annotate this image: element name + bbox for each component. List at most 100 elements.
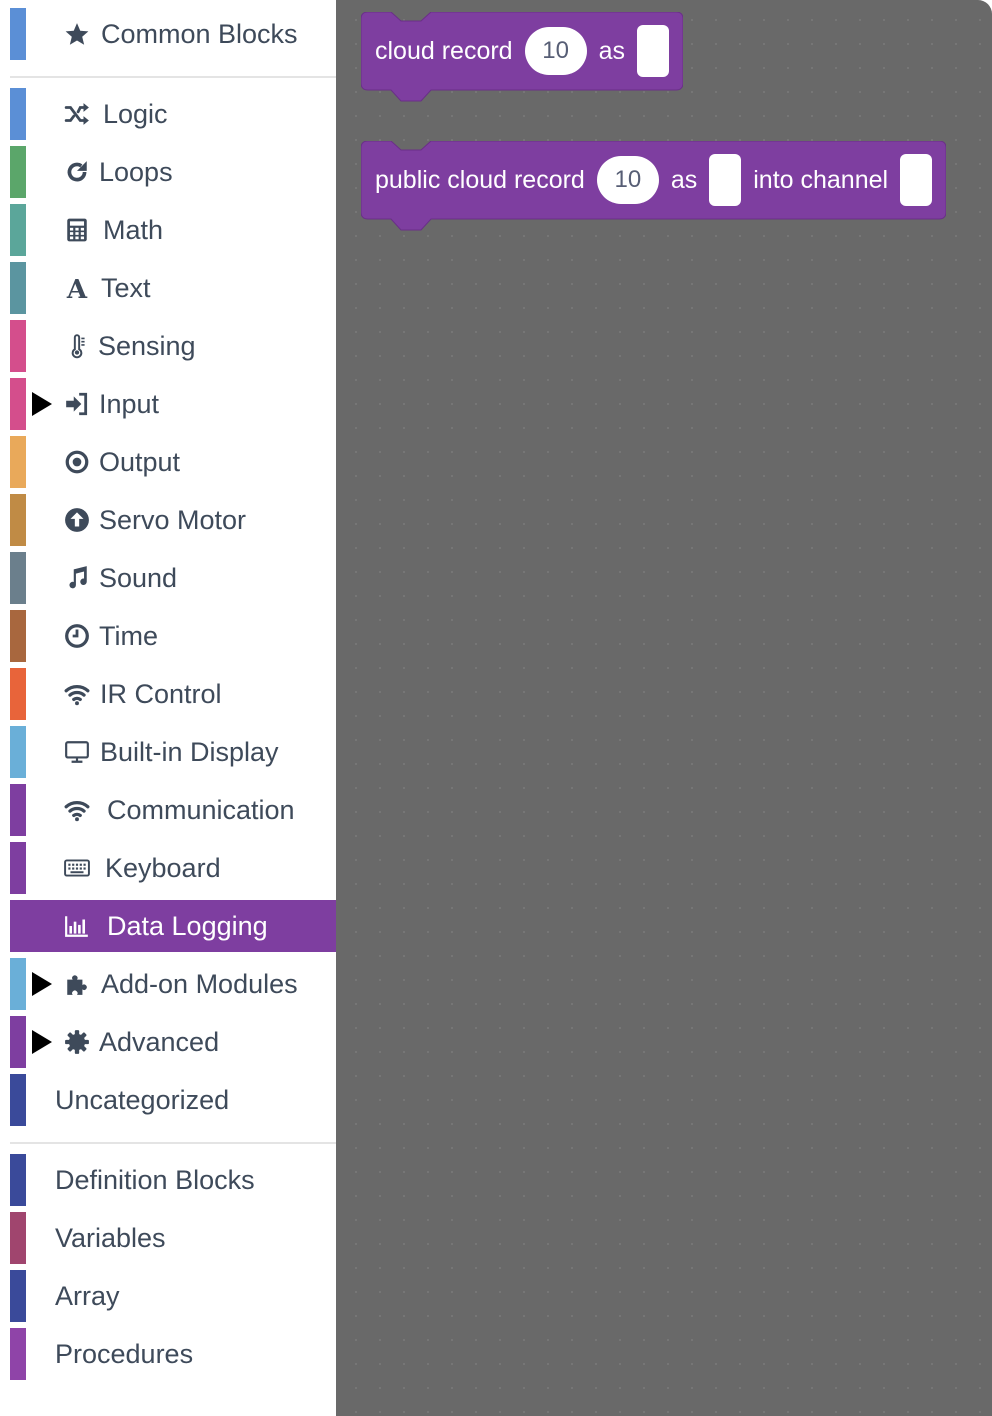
bar-chart-icon [62,913,92,939]
category-color-strip [10,842,26,894]
desktop-icon [62,739,92,765]
toolbox-category-common-blocks[interactable]: Common Blocks [10,8,336,60]
category-color-strip [10,146,26,198]
category-color-strip [10,668,26,720]
category-label: Array [55,1281,120,1311]
category-label: Sensing [98,331,196,361]
category-label: Sound [99,563,178,593]
toolbox-category-output[interactable]: Output [10,436,336,488]
category-label: Math [103,215,164,245]
category-color-strip [10,494,26,546]
category-color-strip [10,1154,26,1206]
category-label: Servo Motor [99,505,247,535]
category-color-strip [10,1074,26,1126]
block-label: as [598,36,625,65]
toolbox-category-keyboard[interactable]: Keyboard [10,842,336,894]
svg-text:A: A [66,275,88,301]
sign-in-icon [62,391,92,417]
toolbox-category-built-in-display[interactable]: Built-in Display [10,726,336,778]
toolbox-category-loops[interactable]: Loops [10,146,336,198]
toolbox-category-sensing[interactable]: Sensing [10,320,336,372]
block-label: public cloud record [375,165,585,194]
category-label: Keyboard [105,853,221,883]
wifi-icon [62,797,92,823]
blocks-workspace[interactable]: cloud record 10 as public cloud record 10 as i… [336,0,992,1416]
toolbox-category-add-on-modules[interactable]: Add-on Modules [10,958,336,1010]
category-color-strip [10,320,26,372]
toolbox-category-procedures[interactable]: Procedures [10,1328,336,1380]
toolbox-category-math[interactable]: Math [10,204,336,256]
clock-icon [62,623,92,649]
expand-arrow-icon[interactable] [32,972,52,996]
toolbox-category-sound[interactable]: Sound [10,552,336,604]
category-color-strip [10,610,26,662]
category-label: Add-on Modules [101,969,298,999]
cog-icon [62,1029,92,1055]
category-color-strip [10,378,26,430]
category-color-strip [10,552,26,604]
toolbox-category-uncategorized[interactable]: Uncategorized [10,1074,336,1126]
dot-circle-icon [62,449,92,475]
toolbox-category-time[interactable]: Time [10,610,336,662]
toolbox-category-definition-blocks[interactable]: Definition Blocks [10,1154,336,1206]
category-color-strip [10,900,26,952]
thermometer-icon [62,333,92,359]
toolbox-category-servo-motor[interactable]: Servo Motor [10,494,336,546]
toolbox-category-variables[interactable]: Variables [10,1212,336,1264]
calculator-icon [62,217,92,243]
expand-arrow-icon[interactable] [32,1030,52,1054]
toolbox-separator [10,1142,336,1144]
redo-icon [62,159,92,185]
category-label: Input [99,389,160,419]
category-label: Uncategorized [55,1085,230,1115]
category-color-strip [10,1270,26,1322]
expand-arrow-icon[interactable] [32,392,52,416]
toolbox-category-ir-control[interactable]: IR Control [10,668,336,720]
category-color-strip [10,204,26,256]
toolbox-category-communication[interactable]: Communication [10,784,336,836]
wifi-icon [62,681,92,707]
category-color-strip [10,88,26,140]
star-icon [62,21,92,47]
category-color-strip [10,262,26,314]
category-color-strip [10,726,26,778]
cloud-record-block[interactable]: cloud record 10 as [361,12,683,102]
category-color-strip [10,1212,26,1264]
category-label: Common Blocks [101,19,298,49]
toolbox-separator [10,76,336,78]
toolbox-category-advanced[interactable]: Advanced [10,1016,336,1068]
category-label: Data Logging [107,911,268,941]
public-cloud-record-block[interactable]: public cloud record 10 as into channel [361,141,946,231]
puzzle-icon [62,971,92,997]
string-input-slot[interactable] [636,25,669,77]
category-label: Communication [107,795,295,825]
music-icon [62,565,92,591]
category-label: Logic [103,99,168,129]
toolbox-category-text[interactable]: A Text [10,262,336,314]
string-input-slot[interactable] [900,154,933,206]
category-label: IR Control [100,679,222,709]
category-color-strip [10,436,26,488]
category-label: Time [99,621,158,651]
category-color-strip [10,1016,26,1068]
block-label: cloud record [375,36,513,65]
number-input[interactable]: 10 [596,156,659,204]
category-color-strip [10,958,26,1010]
toolbox-category-array[interactable]: Array [10,1270,336,1322]
category-label: Definition Blocks [55,1165,255,1195]
font-icon: A [62,275,92,301]
category-label: Output [99,447,181,477]
category-label: Advanced [99,1027,220,1057]
category-label: Text [101,273,151,303]
string-input-slot[interactable] [709,154,742,206]
category-label: Loops [99,157,173,187]
number-input[interactable]: 10 [524,27,587,75]
category-color-strip [10,784,26,836]
shuffle-icon [62,101,92,127]
toolbox-category-data-logging[interactable]: Data Logging [10,900,336,952]
toolbox-category-input[interactable]: Input [10,378,336,430]
block-label: into channel [753,165,889,194]
category-color-strip [10,8,26,60]
keyboard-icon [62,855,92,881]
toolbox-category-logic[interactable]: Logic [10,88,336,140]
